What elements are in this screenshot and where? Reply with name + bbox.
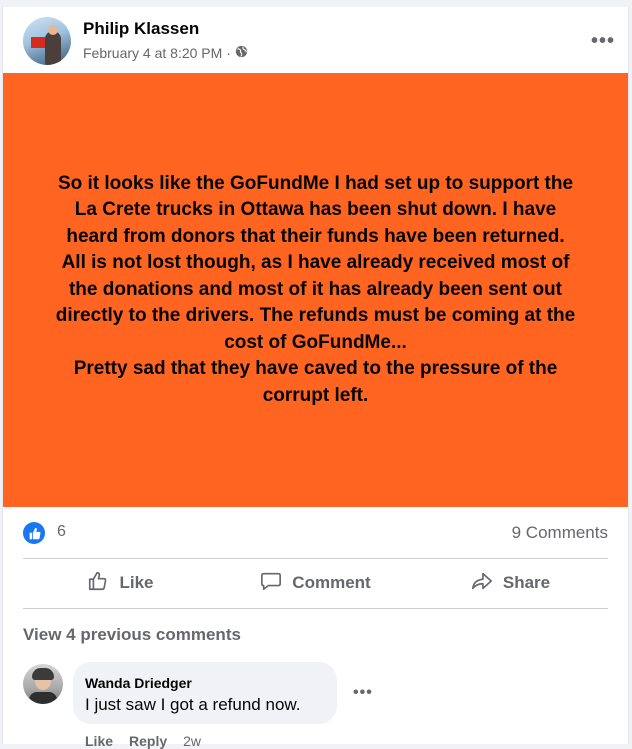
head-graphic: [48, 25, 58, 35]
comment-timestamp[interactable]: 2w: [183, 733, 201, 749]
post-action-bar: Like Comment Share: [23, 560, 608, 606]
commenter-name[interactable]: Wanda Driedger: [85, 675, 192, 691]
post-date[interactable]: February 4 at 8:20 PM: [83, 45, 222, 61]
like-button-label: Like: [119, 573, 154, 592]
post-meta: February 4 at 8:20 PM ·: [83, 45, 248, 61]
post-options-icon[interactable]: •••: [589, 27, 617, 55]
comment-item: Wanda Driedger I just saw I got a refund…: [23, 662, 623, 749]
comment-actions: Like Reply 2w: [85, 733, 201, 749]
comment-reply-button[interactable]: Reply: [129, 733, 167, 749]
commenter-avatar[interactable]: [23, 664, 63, 704]
thumbs-up-icon: [87, 570, 109, 597]
divider-top: [23, 558, 608, 559]
flag-graphic: [31, 37, 45, 48]
comment-bubble: Wanda Driedger I just saw I got a refund…: [73, 662, 337, 724]
avatar-body-graphic: [29, 692, 57, 704]
like-button[interactable]: Like: [23, 560, 218, 606]
view-previous-comments-link[interactable]: View 4 previous comments: [23, 625, 241, 645]
post-card: Philip Klassen February 4 at 8:20 PM · •…: [2, 7, 629, 749]
comment-button[interactable]: Comment: [218, 560, 413, 606]
comment-text: I just saw I got a refund now.: [85, 695, 301, 714]
post-header: Philip Klassen February 4 at 8:20 PM · •…: [23, 15, 623, 67]
comment-bubble-icon: [260, 570, 282, 597]
comment-button-label: Comment: [292, 573, 371, 592]
divider-bottom: [23, 608, 608, 609]
comments-count[interactable]: 9 Comments: [512, 523, 608, 543]
author-avatar[interactable]: [23, 17, 71, 65]
comment-like-button[interactable]: Like: [85, 733, 113, 749]
post-stats: 6 9 Comments: [23, 517, 608, 547]
person-graphic: [45, 31, 61, 65]
share-button-label: Share: [502, 573, 551, 592]
post-body-text: So it looks like the GoFundMe I had set …: [55, 172, 576, 406]
share-button[interactable]: Share: [413, 560, 608, 606]
meta-separator: ·: [226, 45, 231, 61]
like-count[interactable]: 6: [57, 523, 66, 541]
comment-options-icon[interactable]: •••: [353, 684, 373, 702]
share-arrow-icon: [471, 570, 493, 597]
avatar-hair-graphic: [32, 668, 54, 680]
author-name[interactable]: Philip Klassen: [83, 19, 199, 39]
post-text-banner: So it looks like the GoFundMe I had set …: [3, 73, 628, 507]
like-reaction-icon[interactable]: [23, 522, 45, 544]
globe-icon: [235, 45, 248, 61]
